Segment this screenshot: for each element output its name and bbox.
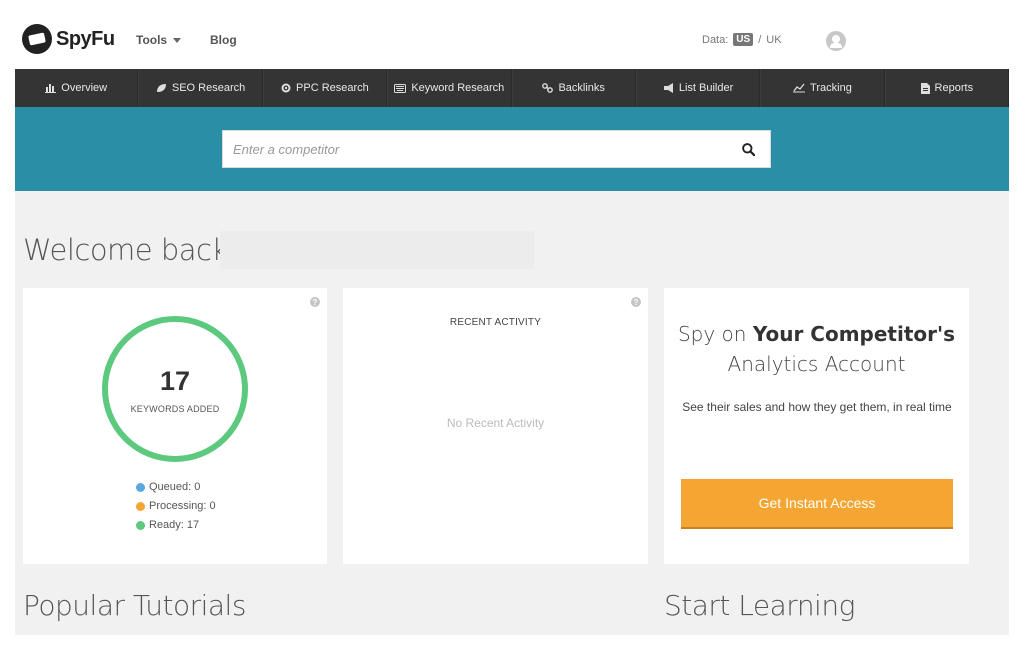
nav-ppc-label: PPC Research [296, 82, 369, 94]
ready-label: Ready: 17 [149, 519, 200, 531]
promo-heading: Spy on Your Competitor's Analytics Accou… [664, 319, 969, 379]
nav-overview[interactable]: Overview [15, 69, 139, 107]
data-separator: / [758, 33, 762, 46]
start-learning-heading: Start Learning [664, 589, 855, 622]
spyfu-logo[interactable]: SpyFu [22, 24, 115, 54]
nav-reports-label: Reports [934, 82, 974, 94]
recent-activity-empty: No Recent Activity [446, 416, 545, 430]
data-label: Data: [702, 33, 729, 46]
keywords-label: KEYWORDS ADDED [130, 404, 220, 414]
processing-dot-icon [136, 501, 145, 511]
bar-chart-icon [45, 84, 57, 93]
country-us-button[interactable]: US [733, 33, 754, 46]
line-chart-icon [793, 83, 806, 93]
nav-seo-research[interactable]: SEO Research [138, 69, 263, 107]
top-header: SpyFu Tools Blog Data: US / UK [0, 0, 1026, 69]
nav-list-builder[interactable]: List Builder [635, 69, 761, 107]
chevron-down-icon [173, 38, 182, 44]
keyboard-icon [394, 83, 407, 93]
nav-backlinks-label: Backlinks [558, 82, 605, 94]
ready-dot-icon [136, 520, 145, 530]
help-icon[interactable]: ? [631, 297, 641, 307]
megaphone-icon [663, 83, 673, 93]
nav-keyword-label: Keyword Research [411, 82, 505, 94]
logo-text: SpyFu [56, 27, 115, 50]
promo-body: See their sales and how they get them, i… [682, 400, 952, 414]
country-uk-button[interactable]: UK [766, 34, 781, 46]
competitor-search-input[interactable] [233, 131, 723, 167]
tools-menu[interactable]: Tools [136, 33, 182, 47]
competitor-search-box [222, 130, 771, 168]
spy-logo-icon [22, 24, 52, 54]
processing-label: Processing: 0 [149, 500, 216, 512]
promo-heading-pre: Spy on [677, 322, 753, 346]
popular-tutorials-heading: Popular Tutorials [23, 589, 246, 622]
spyfu-dashboard: SpyFu Tools Blog Data: US / UK Overview … [0, 0, 1026, 655]
nav-tracking[interactable]: Tracking [760, 69, 885, 107]
user-avatar-icon[interactable] [826, 31, 846, 51]
legend-queued: Queued: 0 [136, 481, 200, 493]
data-country-switch: Data: US / UK [702, 33, 782, 46]
recent-activity-title: RECENT ACTIVITY [449, 317, 542, 328]
main-navigation: Overview SEO Research PPC Research Keywo… [15, 69, 1009, 107]
nav-seo-label: SEO Research [171, 82, 246, 94]
promo-heading-bold: Your Competitor's [752, 322, 956, 346]
nav-ppc-research[interactable]: PPC Research [262, 69, 388, 107]
legend-ready: Ready: 17 [136, 519, 199, 531]
user-name-placeholder [220, 231, 534, 269]
nav-backlinks[interactable]: Backlinks [511, 69, 636, 107]
get-instant-access-button[interactable]: Get Instant Access [681, 479, 953, 529]
target-icon [281, 83, 291, 93]
keywords-count: 17 [159, 366, 191, 396]
blog-link[interactable]: Blog [210, 33, 237, 47]
nav-keyword-research[interactable]: Keyword Research [387, 69, 512, 107]
nav-tracking-label: Tracking [810, 82, 852, 94]
nav-overview-label: Overview [61, 82, 108, 94]
help-icon[interactable]: ? [310, 297, 320, 307]
promo-heading-line2: Analytics Account [727, 352, 906, 376]
legend-processing: Processing: 0 [136, 500, 216, 512]
nav-reports[interactable]: Reports [884, 69, 1009, 107]
link-icon [542, 83, 554, 93]
queued-label: Queued: 0 [149, 481, 201, 493]
leaf-icon [156, 84, 166, 92]
nav-list-builder-label: List Builder [678, 82, 734, 94]
search-icon[interactable] [742, 143, 755, 156]
welcome-heading: Welcome back, [23, 233, 237, 267]
document-icon [920, 82, 930, 94]
queued-dot-icon [136, 482, 145, 492]
tools-label: Tools [136, 33, 168, 47]
